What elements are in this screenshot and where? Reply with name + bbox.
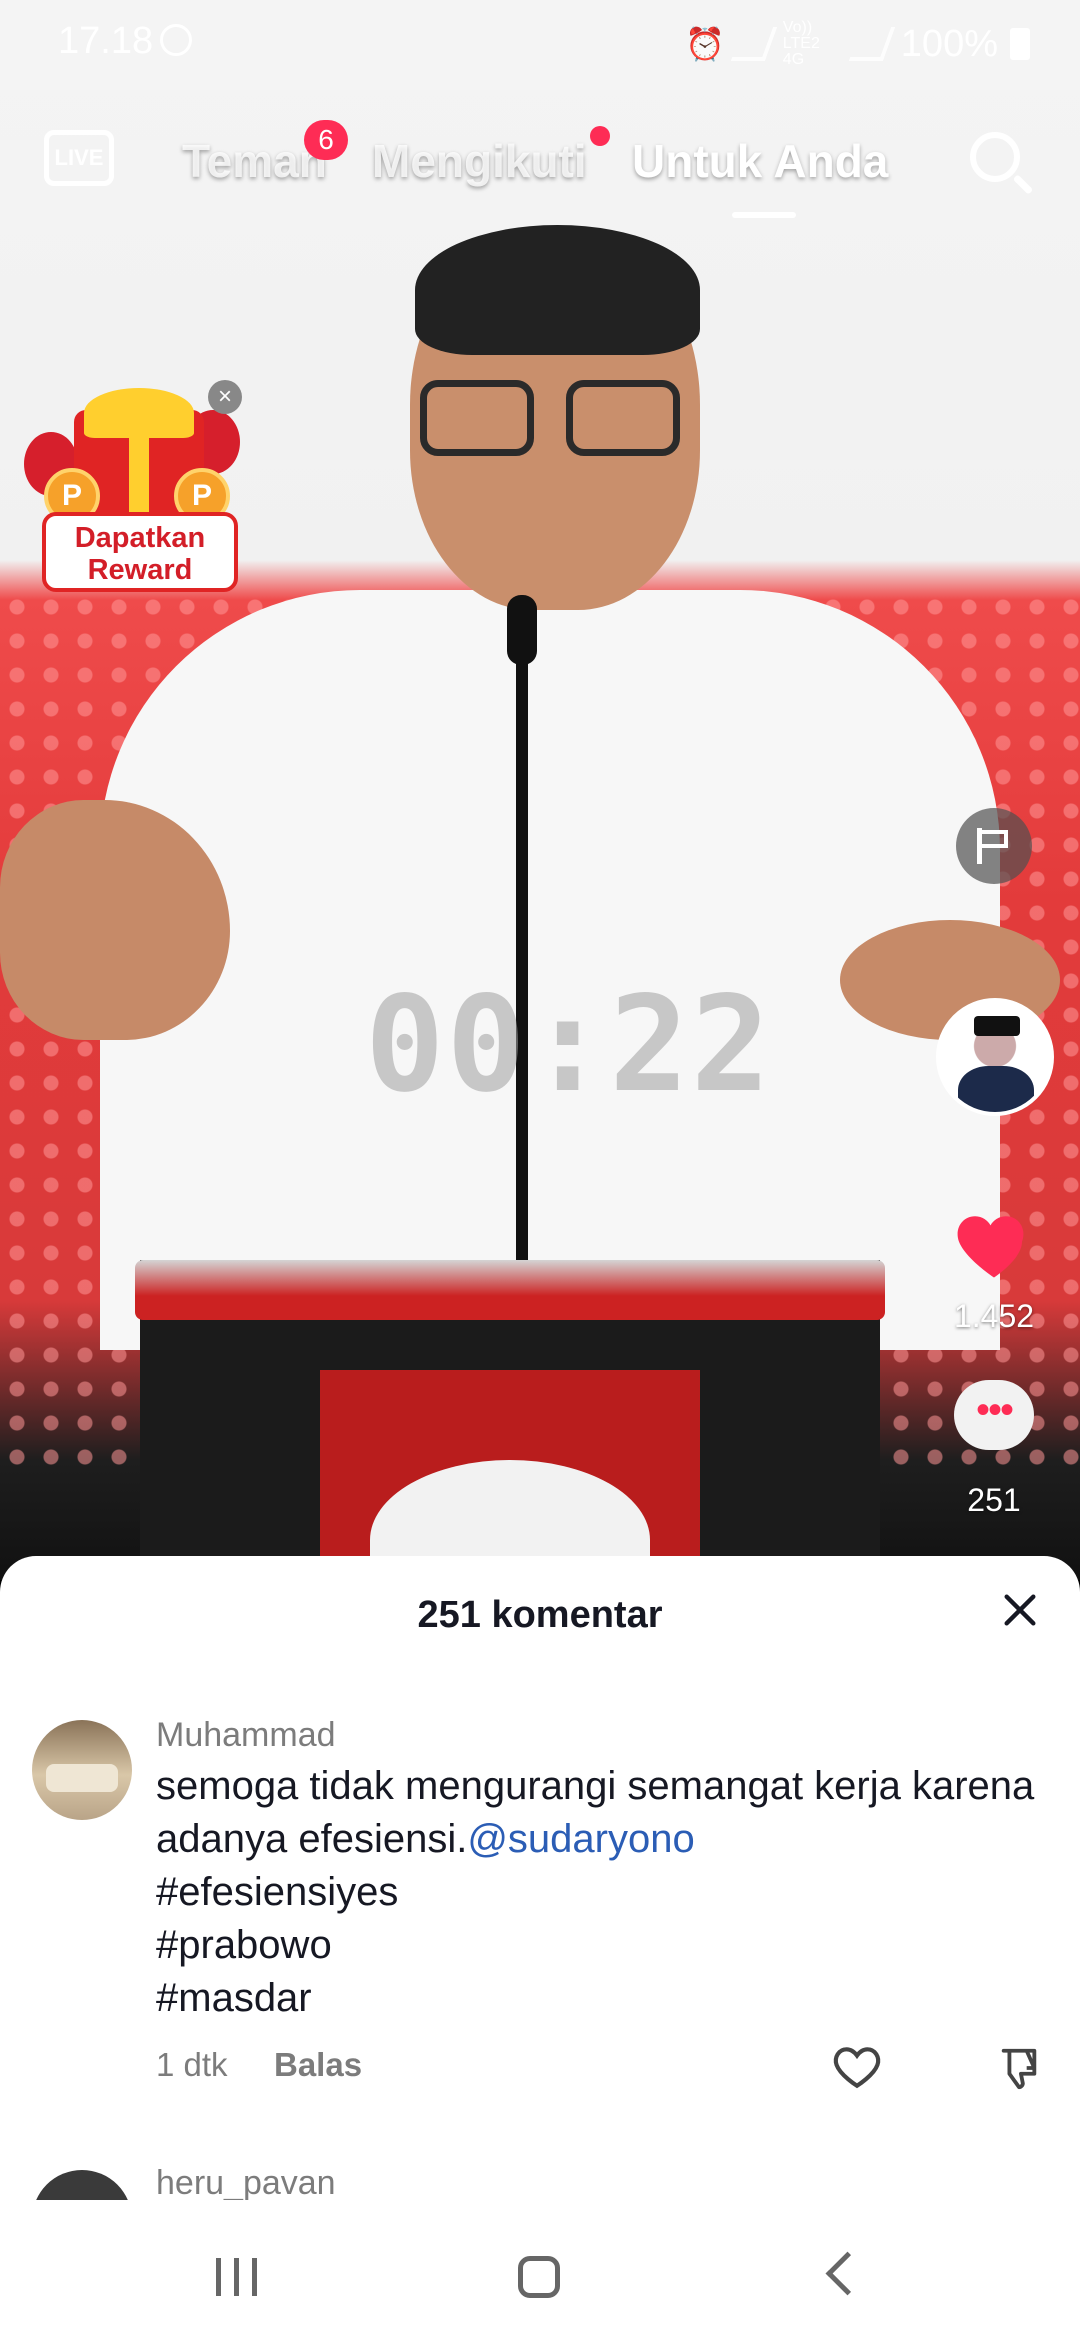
microphone-stand xyxy=(516,600,528,1260)
reward-label-line1: Dapatkan xyxy=(74,522,206,554)
network-label: Vo)) LTE2 4G xyxy=(782,19,820,68)
reward-label: Dapatkan Reward xyxy=(42,512,238,592)
tab-mengikuti[interactable]: Mengikuti xyxy=(372,134,587,188)
comment-avatar[interactable] xyxy=(32,2170,132,2200)
comment-hashtag[interactable]: #prabowo xyxy=(156,1923,332,1967)
comment-hashtag[interactable]: #efesiensiyes xyxy=(156,1870,398,1914)
thumbs-down-icon[interactable] xyxy=(996,2044,1042,2092)
system-nav-bar xyxy=(0,2200,1080,2340)
comment-username[interactable]: heru_pavan xyxy=(156,2164,336,2200)
active-tab-indicator xyxy=(732,212,796,218)
top-navigation: LIVE Teman 6 Mengikuti Untuk Anda xyxy=(0,120,1080,230)
tab-mengikuti-dot xyxy=(590,126,610,146)
reward-widget[interactable]: P P Dapatkan Reward × xyxy=(24,380,244,600)
reward-label-line2: Reward xyxy=(87,554,193,586)
reply-button[interactable]: Balas xyxy=(274,2046,362,2084)
status-time: 17.18 xyxy=(58,20,154,62)
comment-like-icon[interactable] xyxy=(832,2044,882,2090)
recent-apps-icon[interactable] xyxy=(216,2258,260,2296)
signal-icon-2 xyxy=(848,27,895,61)
report-flag-button[interactable] xyxy=(956,808,1032,884)
alarm-icon: ⏰ xyxy=(684,26,725,62)
comment-hashtag[interactable]: #masdar xyxy=(156,1976,312,2020)
like-count: 1.452 xyxy=(953,1298,1035,1334)
video-player[interactable]: 00:22 xyxy=(0,0,1080,1580)
microphone-head xyxy=(507,595,537,665)
search-icon[interactable] xyxy=(970,132,1020,182)
close-icon[interactable] xyxy=(1000,1590,1040,1630)
comment-text: semoga tidak mengurangi semangat kerja k… xyxy=(156,1760,1036,2025)
signal-icon xyxy=(730,27,777,61)
podium-top xyxy=(135,1260,885,1320)
tab-teman-badge: 6 xyxy=(304,120,348,160)
comment-count: 251 xyxy=(967,1482,1021,1518)
live-icon[interactable]: LIVE xyxy=(44,130,114,186)
status-bar: 17.18 ⏰ Vo)) LTE2 4G 100% xyxy=(0,0,1080,80)
gift-bow-icon xyxy=(84,388,194,438)
live-label: LIVE xyxy=(54,145,104,170)
avatar-suit xyxy=(958,1066,1034,1112)
comment-icon[interactable] xyxy=(954,1380,1034,1450)
reward-close-icon[interactable]: × xyxy=(208,380,242,414)
status-icons: ⏰ Vo)) LTE2 4G 100% xyxy=(685,20,1030,68)
comments-sheet: 251 komentar Muhammad semoga tidak mengu… xyxy=(0,1556,1080,2200)
comment-username[interactable]: Muhammad xyxy=(156,1716,336,1755)
home-icon[interactable] xyxy=(518,2256,560,2298)
creator-avatar[interactable] xyxy=(936,998,1054,1116)
comment-avatar[interactable] xyxy=(32,1720,132,1820)
comments-title: 251 komentar xyxy=(417,1594,663,1636)
battery-icon xyxy=(1010,28,1030,60)
speaker-hair xyxy=(415,225,700,355)
avatar-cap xyxy=(974,1016,1020,1036)
messenger-icon xyxy=(160,24,192,56)
video-timer: 00:22 xyxy=(365,968,773,1122)
comment-mention[interactable]: @sudaryono xyxy=(467,1817,694,1861)
comment-timestamp: 1 dtk xyxy=(156,2046,228,2083)
speaker-glasses xyxy=(420,380,680,456)
flag-icon xyxy=(976,828,1012,864)
heart-icon[interactable] xyxy=(952,1204,1036,1288)
tab-untuk-anda[interactable]: Untuk Anda xyxy=(632,134,888,188)
back-icon[interactable] xyxy=(825,2251,870,2296)
battery-percent: 100% xyxy=(900,22,998,65)
